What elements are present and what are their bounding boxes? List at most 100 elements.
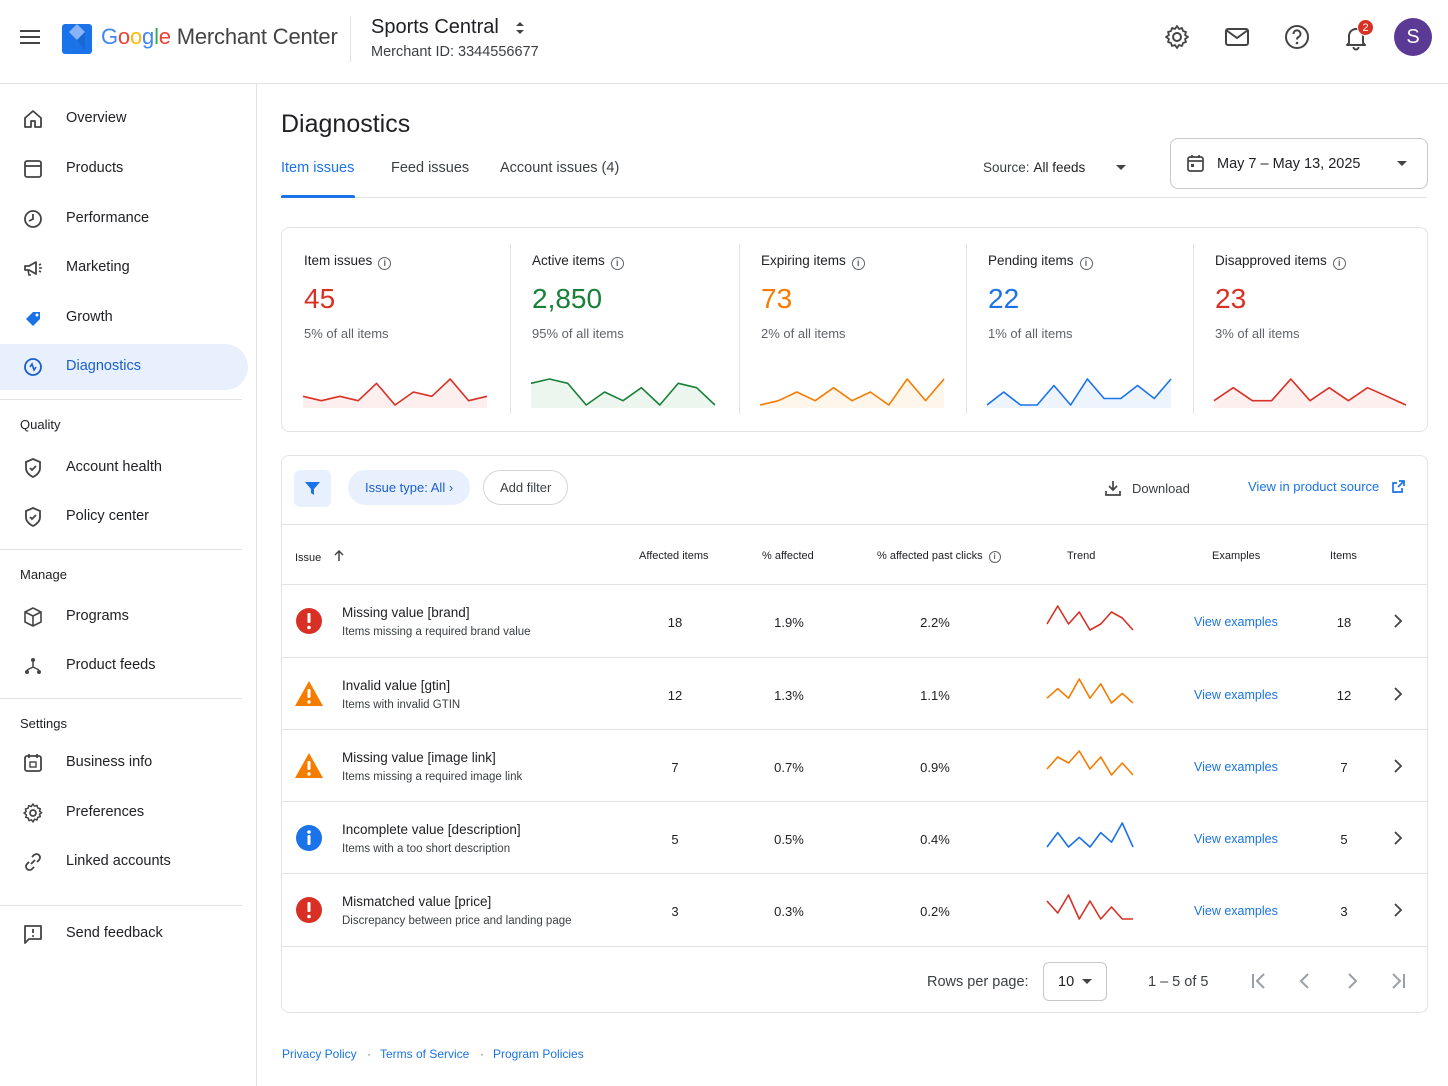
- program-policies-link[interactable]: Program Policies: [493, 1047, 584, 1061]
- next-page-icon[interactable]: [1340, 969, 1364, 993]
- affected-items-cell: 7: [671, 760, 679, 775]
- download-button[interactable]: Download: [1104, 479, 1190, 497]
- table-row[interactable]: Missing value [image link] Items missing…: [282, 730, 1427, 802]
- last-page-icon[interactable]: [1386, 969, 1410, 993]
- tab-feed-issues[interactable]: Feed issues: [391, 160, 469, 176]
- sidebar-item-linked-accounts[interactable]: Linked accounts: [0, 839, 248, 885]
- view-examples-link[interactable]: View examples: [1194, 615, 1278, 629]
- summary-value: 2,850: [532, 283, 603, 314]
- sidebar-item-products[interactable]: Products: [0, 146, 248, 192]
- sidebar-item-diagnostics[interactable]: Diagnostics: [0, 344, 248, 390]
- account-switcher-icon[interactable]: [512, 18, 528, 38]
- column-header-percent-affected[interactable]: % affected: [762, 550, 814, 562]
- header-divider: [350, 16, 351, 62]
- info-icon[interactable]: i: [378, 257, 392, 270]
- privacy-policy-link[interactable]: Privacy Policy: [282, 1047, 357, 1061]
- filter-button[interactable]: [294, 470, 331, 507]
- first-page-icon[interactable]: [1247, 969, 1271, 993]
- sidebar-item-growth[interactable]: Growth: [0, 295, 248, 341]
- main-menu-icon[interactable]: [18, 26, 42, 50]
- sidebar-item-product-feeds[interactable]: Product feeds: [0, 643, 248, 689]
- add-filter-button[interactable]: Add filter: [483, 470, 569, 505]
- summary-subtext: 1% of all items: [988, 326, 1073, 341]
- rows-per-page-select[interactable]: 10: [1043, 962, 1107, 1001]
- chevron-right-icon[interactable]: [1390, 829, 1406, 847]
- tab-item-issues[interactable]: Item issues: [281, 160, 354, 176]
- source-dropdown-icon[interactable]: [1116, 165, 1126, 170]
- settings-gear-icon[interactable]: [1162, 22, 1192, 52]
- account-name[interactable]: Sports Central: [371, 16, 499, 39]
- table-row[interactable]: Mismatched value [price] Discrepancy bet…: [282, 874, 1427, 946]
- column-header-affected-items[interactable]: Affected items: [639, 550, 709, 562]
- items-cell: 12: [1336, 688, 1352, 703]
- row-trend-line: [1046, 750, 1134, 776]
- summary-label: Expiring items i: [761, 253, 865, 270]
- view-examples-link[interactable]: View examples: [1194, 904, 1278, 918]
- summary-card-active-items[interactable]: Active items i 2,850 95% of all items: [510, 228, 739, 431]
- sidebar-section-settings: Settings: [20, 716, 67, 731]
- sidebar-item-marketing[interactable]: Marketing: [0, 245, 248, 291]
- tab-account-issues[interactable]: Account issues (4): [500, 160, 619, 176]
- source-label: Source:: [983, 160, 1030, 175]
- cube-icon: [24, 607, 42, 627]
- summary-value: 73: [761, 283, 793, 314]
- view-examples-link[interactable]: View examples: [1194, 688, 1278, 702]
- summary-card-item-issues[interactable]: Item issues i 45 5% of all items: [282, 228, 510, 431]
- chevron-right-icon[interactable]: [1390, 901, 1406, 919]
- user-avatar[interactable]: S: [1394, 18, 1432, 56]
- previous-page-icon[interactable]: [1293, 969, 1317, 993]
- issue-type-filter-chip[interactable]: Issue type: All ›: [348, 470, 471, 505]
- info-circle-icon: [296, 825, 322, 851]
- info-icon[interactable]: i: [1332, 257, 1346, 270]
- table-row[interactable]: Missing value [brand] Items missing a re…: [282, 585, 1427, 657]
- summary-value: 23: [1215, 283, 1247, 314]
- summary-card-expiring-items[interactable]: Expiring items i 73 2% of all items: [739, 228, 966, 431]
- chevron-right-icon[interactable]: [1390, 685, 1406, 703]
- info-icon[interactable]: i: [851, 257, 865, 270]
- summary-value: 22: [988, 283, 1020, 314]
- column-header-trend: Trend: [1067, 550, 1096, 562]
- items-cell: 7: [1340, 760, 1348, 775]
- sidebar-divider: [0, 905, 242, 906]
- terms-of-service-link[interactable]: Terms of Service: [380, 1047, 469, 1061]
- date-range-picker[interactable]: May 7 – May 13, 2025: [1170, 138, 1428, 189]
- percent-clicks-cell: 0.9%: [920, 760, 950, 775]
- view-examples-link[interactable]: View examples: [1194, 760, 1278, 774]
- mail-icon[interactable]: [1222, 22, 1252, 52]
- send-feedback-button[interactable]: Send feedback: [0, 911, 248, 957]
- notification-count-badge: 2: [1357, 19, 1374, 36]
- sidebar-item-account-health[interactable]: Account health: [0, 445, 248, 491]
- row-divider: [282, 946, 1427, 947]
- error-icon: [296, 608, 322, 634]
- help-icon[interactable]: [1282, 22, 1312, 52]
- summary-label: Item issues i: [304, 253, 392, 270]
- table-row[interactable]: Invalid value [gtin] Items with invalid …: [282, 658, 1427, 730]
- table-row[interactable]: Incomplete value [description] Items wit…: [282, 802, 1427, 874]
- feeds-icon: [25, 658, 41, 674]
- info-icon[interactable]: i: [988, 551, 1001, 563]
- sidebar-item-policy-center[interactable]: Policy center: [0, 494, 248, 540]
- chevron-right-icon[interactable]: [1390, 757, 1406, 775]
- view-examples-link[interactable]: View examples: [1194, 832, 1278, 846]
- column-header-issue[interactable]: Issue: [295, 549, 344, 564]
- info-icon[interactable]: i: [610, 257, 624, 270]
- summary-card-pending-items[interactable]: Pending items i 22 1% of all items: [966, 228, 1193, 431]
- summary-sparkline: [530, 378, 716, 408]
- row-trend-line: [1046, 605, 1134, 631]
- sidebar-item-preferences[interactable]: Preferences: [0, 790, 248, 836]
- column-header-percent-affected-clicks[interactable]: % affected past clicks i: [877, 550, 1001, 563]
- sidebar-item-label: Marketing: [66, 259, 130, 275]
- source-selector[interactable]: Source: All feeds: [983, 160, 1085, 175]
- sort-ascending-icon[interactable]: [334, 549, 344, 562]
- view-in-product-source-link[interactable]: View in product source: [1248, 479, 1406, 494]
- sidebar-item-programs[interactable]: Programs: [0, 594, 248, 640]
- info-icon[interactable]: i: [1079, 257, 1093, 270]
- sidebar-item-overview[interactable]: Overview: [0, 96, 248, 142]
- sidebar-item-performance[interactable]: Performance: [0, 196, 248, 242]
- sidebar-item-business-info[interactable]: Business info: [0, 740, 248, 786]
- chevron-right-icon[interactable]: [1390, 612, 1406, 630]
- percent-clicks-cell: 0.4%: [920, 832, 950, 847]
- summary-card-disapproved-items[interactable]: Disapproved items i 23 3% of all items: [1193, 228, 1427, 431]
- row-trend-line: [1046, 822, 1134, 848]
- footer-separator: ·: [367, 1047, 371, 1061]
